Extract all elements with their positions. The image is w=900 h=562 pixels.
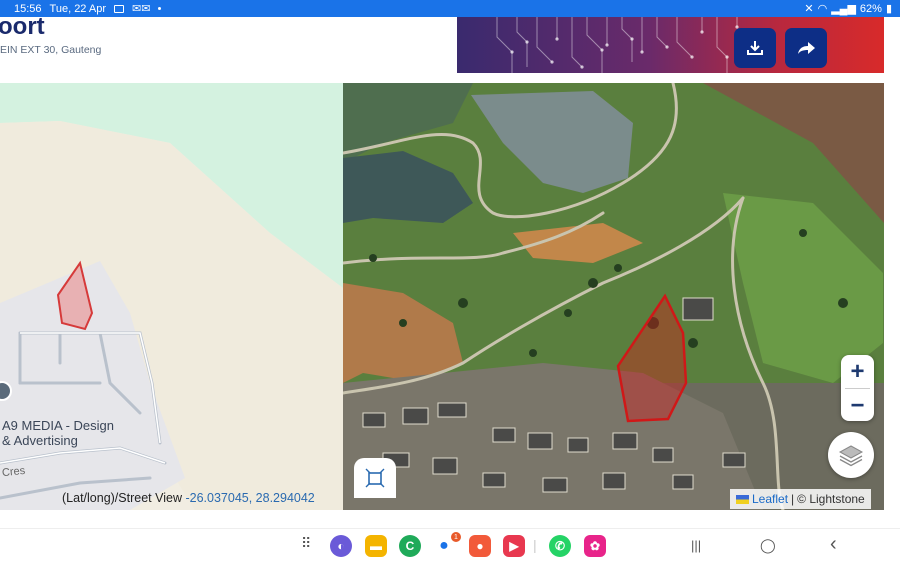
attribution-separator: | bbox=[791, 492, 795, 506]
apps-grid-icon[interactable]: ⠿ bbox=[301, 535, 311, 552]
contacts-app-icon[interactable]: ● bbox=[469, 535, 491, 557]
internet-app-icon[interactable]: ◐ bbox=[330, 535, 352, 557]
status-date: Tue, 22 Apr bbox=[49, 2, 106, 15]
leaflet-link[interactable]: Leaflet bbox=[752, 492, 788, 506]
coordinates-prefix: (Lat/long)/Street View bbox=[62, 491, 182, 505]
mail-notification-icon: ✉✉ bbox=[132, 3, 151, 15]
phone-app-icon[interactable]: C bbox=[399, 535, 421, 557]
map-attribution: Leaflet | © Lightstone bbox=[730, 489, 871, 509]
navigation-bar: ⠿ ◐ ▬ C ● 1 ● ▶ | ✆ ✿ ||| ◯ ‹ bbox=[0, 528, 900, 562]
more-notifications-icon bbox=[158, 7, 162, 10]
dock-divider: | bbox=[533, 537, 537, 553]
street-label: Cres bbox=[1, 464, 26, 480]
zoom-control: + − bbox=[841, 355, 874, 421]
fullscreen-button[interactable] bbox=[354, 458, 396, 498]
provider-attribution: © Lightstone bbox=[797, 492, 865, 506]
share-icon bbox=[798, 42, 815, 54]
battery-icon: ▮ bbox=[885, 3, 892, 15]
ukraine-flag-icon bbox=[736, 494, 749, 504]
coordinates-readout: (Lat/long)/Street View -26.037045, 28.29… bbox=[62, 491, 315, 505]
download-button[interactable] bbox=[734, 28, 776, 68]
files-app-icon[interactable]: ▬ bbox=[365, 535, 387, 557]
poi-label-line1: A9 MEDIA - Design bbox=[2, 418, 114, 433]
zoom-out-button[interactable]: − bbox=[841, 389, 874, 422]
zoom-in-button[interactable]: + bbox=[841, 355, 874, 388]
crop-frame-icon bbox=[365, 468, 385, 488]
page-title: oort bbox=[0, 13, 45, 40]
report-header: oort EIN EXT 30, Gauteng bbox=[0, 13, 900, 83]
share-button[interactable] bbox=[785, 28, 827, 68]
street-map[interactable]: A9 MEDIA - Design & Advertising Cres bbox=[0, 83, 343, 510]
signal-icon: ▂▄▆ bbox=[831, 3, 856, 15]
recent-apps-button[interactable]: ||| bbox=[691, 538, 701, 553]
home-button[interactable]: ◯ bbox=[760, 537, 776, 554]
video-app-icon[interactable]: ▶ bbox=[503, 535, 525, 557]
satellite-map[interactable] bbox=[343, 83, 884, 510]
layers-icon bbox=[838, 445, 864, 467]
poi-label-line2: & Advertising bbox=[2, 433, 78, 448]
coordinates-value[interactable]: -26.037045, 28.294042 bbox=[185, 491, 314, 505]
gallery-app-icon[interactable]: ✿ bbox=[584, 535, 606, 557]
download-icon bbox=[747, 41, 763, 55]
layers-button[interactable] bbox=[828, 432, 874, 478]
back-button[interactable]: ‹ bbox=[830, 533, 837, 556]
poi-label[interactable]: A9 MEDIA - Design & Advertising bbox=[2, 418, 114, 448]
battery-level: 62% bbox=[859, 2, 882, 15]
gallery-notification-icon bbox=[114, 4, 124, 13]
wifi-icon: ◠ bbox=[817, 3, 828, 15]
mute-icon: ✕ bbox=[804, 3, 814, 15]
whatsapp-app-icon[interactable]: ✆ bbox=[549, 535, 571, 557]
messages-badge: 1 bbox=[451, 532, 461, 542]
property-address: EIN EXT 30, Gauteng bbox=[0, 44, 102, 56]
status-bar: 15:56 Tue, 22 Apr ✉✉ ✕ ◠ ▂▄▆ 62% ▮ bbox=[0, 0, 900, 17]
